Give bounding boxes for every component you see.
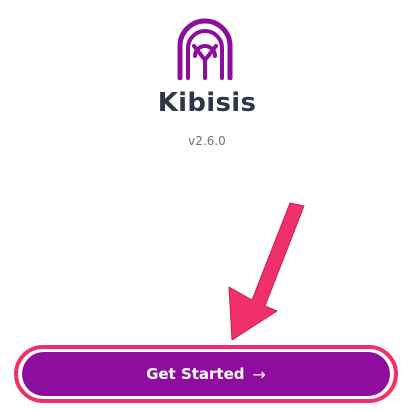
app-version: v2.6.0 (188, 134, 226, 148)
arrow-right-icon: → (252, 364, 266, 384)
welcome-screen: Kibisis v2.6.0 Get Started → (0, 0, 414, 410)
kibisis-logo-icon (177, 18, 233, 80)
get-started-label: Get Started (146, 365, 245, 383)
app-name: Kibisis (157, 88, 257, 118)
get-started-button[interactable]: Get Started → (22, 352, 390, 396)
